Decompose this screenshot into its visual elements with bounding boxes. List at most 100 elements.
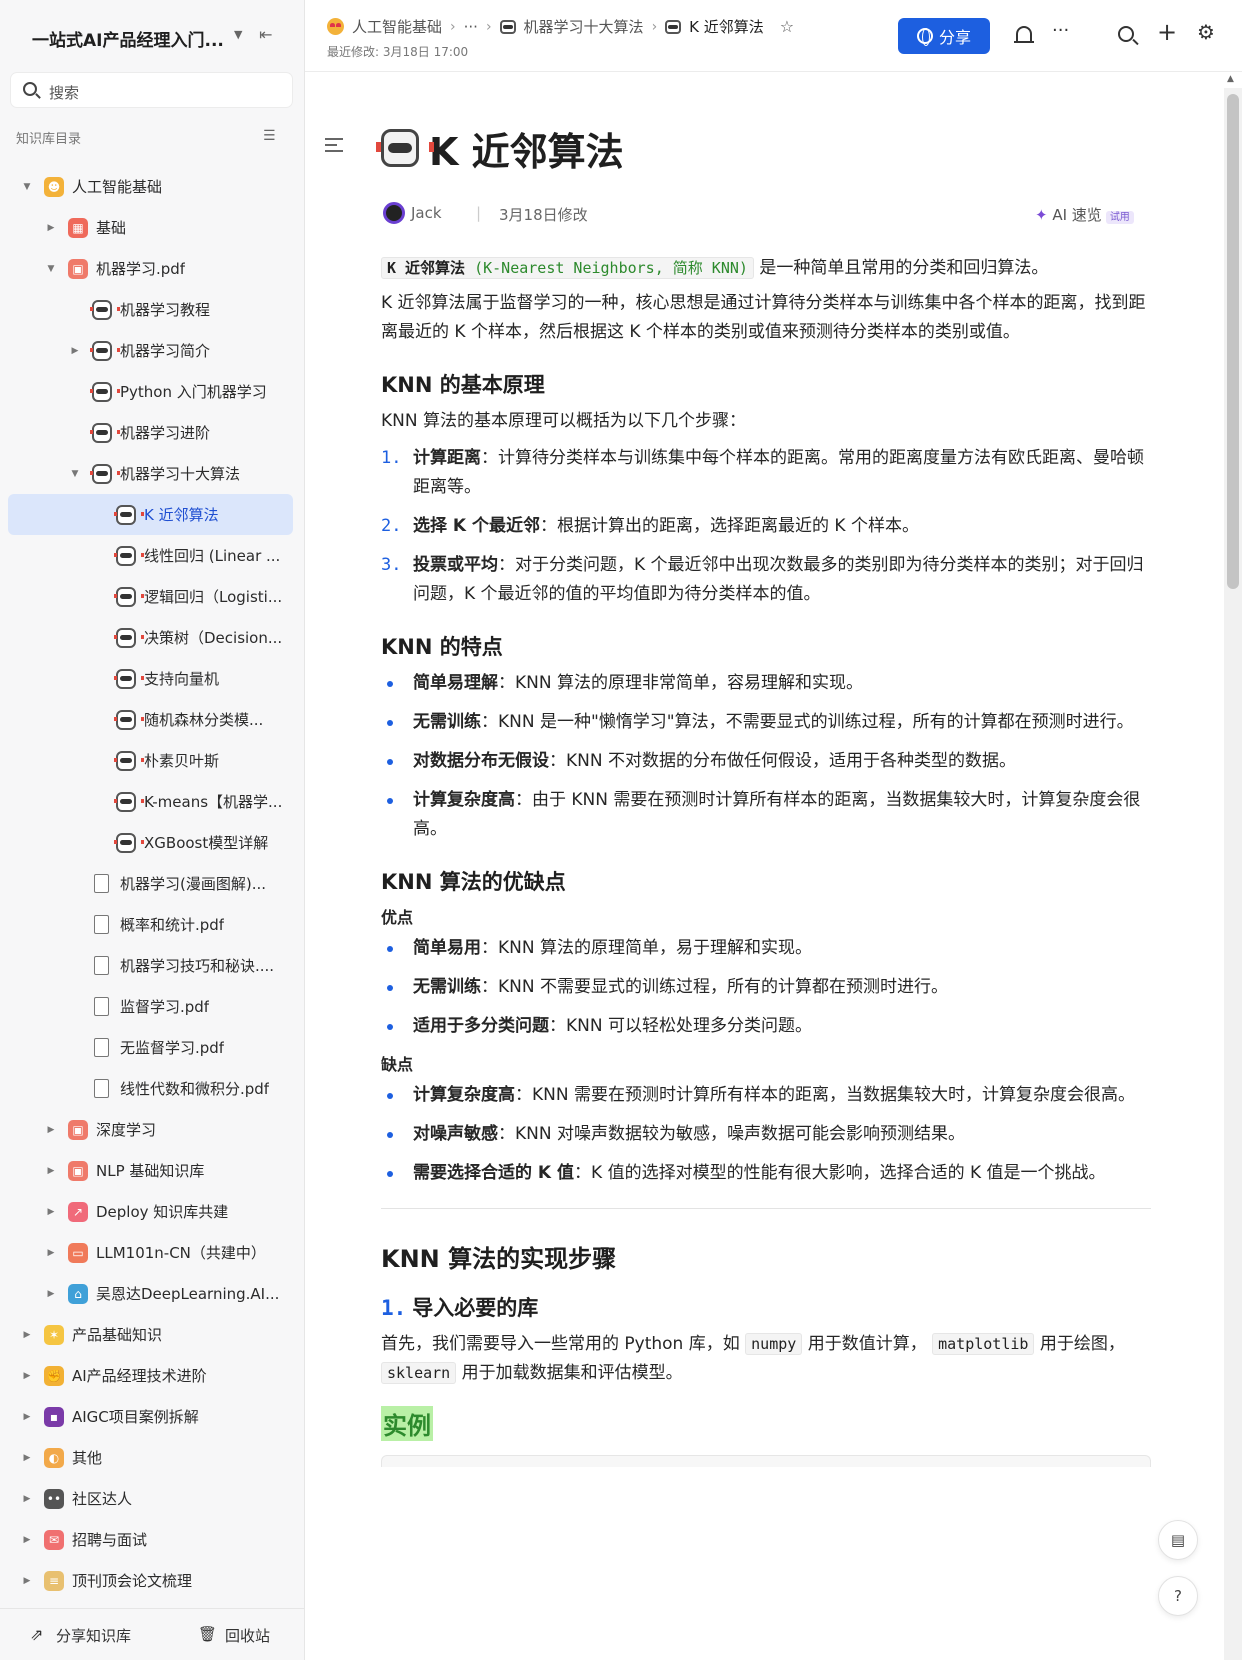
bell-icon[interactable] [1014, 26, 1034, 43]
paragraph-import: 首先，我们需要导入一些常用的 Python 库，如 numpy 用于数值计算， … [381, 1333, 1125, 1384]
sidebar-item[interactable]: 逻辑回归（Logisti... [0, 576, 304, 617]
collapse-sidebar-icon[interactable]: ⇤ [259, 25, 272, 44]
sidebar-item[interactable]: XGBoost模型详解 [0, 822, 304, 863]
caret-down-icon[interactable]: ▼ [20, 182, 34, 192]
caret-right-icon[interactable]: ▶ [20, 1371, 34, 1381]
sidebar-item[interactable]: ▼ ☻ 人工智能基础 [0, 166, 304, 207]
sidebar-item[interactable]: 监督学习.pdf [0, 986, 304, 1027]
sidebar-item[interactable]: ▶ ▭ LLM101n-CN（共建中） [0, 1232, 304, 1273]
sidebar-item[interactable]: 线性回归 (Linear ... [0, 535, 304, 576]
caret-right-icon[interactable]: ▶ [20, 1453, 34, 1463]
list-item-term: 需要选择合适的 K 值 [413, 1163, 575, 1183]
sidebar-item[interactable]: ▶ ▣ 深度学习 [0, 1109, 304, 1150]
sidebar-item[interactable]: ▶ 机器学习简介 [0, 330, 304, 371]
sidebar-item[interactable]: ▶ ✊ AI产品经理技术进阶 [0, 1355, 304, 1396]
caret-right-icon[interactable]: ▶ [44, 1207, 58, 1217]
sidebar-item[interactable]: ▼ ▣ 机器学习.pdf [0, 248, 304, 289]
code-block[interactable] [381, 1455, 1151, 1467]
sidebar-item[interactable]: K-means【机器学... [0, 781, 304, 822]
sidebar-item[interactable]: ▶ ▣ NLP 基础知识库 [0, 1150, 304, 1191]
list-item: 计算复杂度高：由于 KNN 需要在预测时计算所有样本的距离，当数据集较大时，计算… [381, 786, 1151, 844]
grid-icon: ▦ [68, 217, 88, 238]
inline-code: K 近邻算法 (K-Nearest Neighbors, 简称 KNN) [381, 257, 754, 279]
chevron-down-icon[interactable]: ▼ [234, 28, 242, 41]
sidebar-item[interactable]: 机器学习技巧和秘诀.... [0, 945, 304, 986]
sidebar-item[interactable]: ▶ ✉ 招聘与面试 [0, 1519, 304, 1560]
avatar[interactable] [383, 202, 405, 224]
list-item: 3. 投票或平均：对于分类问题，K 个最近邻中出现次数最多的类别即为待分类样本的类… [381, 551, 1151, 609]
share-button[interactable]: 分享 [898, 18, 990, 54]
scroll-up-icon[interactable]: ▲ [1227, 74, 1234, 84]
caret-down-icon[interactable]: ▼ [68, 469, 82, 479]
gear-icon[interactable]: ⚙ [1197, 20, 1215, 44]
caret-right-icon[interactable]: ▶ [20, 1535, 34, 1545]
help-button[interactable]: ? [1158, 1576, 1198, 1616]
caret-right-icon[interactable]: ▶ [44, 223, 58, 233]
sidebar-item[interactable]: 机器学习教程 [0, 289, 304, 330]
breadcrumb-current[interactable]: K 近邻算法 [689, 16, 764, 37]
sidebar-item[interactable]: Python 入门机器学习 [0, 371, 304, 412]
sidebar-item[interactable]: 机器学习(漫画图解)... [0, 863, 304, 904]
sidebar-item[interactable]: ▶ ▦ 基础 [0, 207, 304, 248]
divider [381, 1208, 1151, 1209]
caret-right-icon[interactable]: ▶ [44, 1289, 58, 1299]
sidebar-item[interactable]: 概率和统计.pdf [0, 904, 304, 945]
sidebar-item[interactable]: ▶ ≡ 顶刊顶会论文梳理 [0, 1560, 304, 1601]
sidebar-item[interactable]: 决策树（Decision... [0, 617, 304, 658]
search-input[interactable]: 搜索 [10, 72, 293, 108]
sidebar-item[interactable]: ▼ 机器学习十大算法 [0, 453, 304, 494]
sidebar-item[interactable]: 无监督学习.pdf [0, 1027, 304, 1068]
doc-assistant-button[interactable]: ▤ [1158, 1520, 1198, 1560]
caret-right-icon[interactable]: ▶ [20, 1412, 34, 1422]
chevron-right-icon: › [485, 18, 492, 35]
star-icon[interactable]: ☆ [780, 17, 794, 36]
sidebar-item[interactable]: 支持向量机 [0, 658, 304, 699]
caret-right-icon[interactable]: ▶ [20, 1494, 34, 1504]
knowledge-tree: ▼ ☻ 人工智能基础 ▶ ▦ 基础 ▼ ▣ 机器学习.pdf 机器学习教程 ▶ 机器学习简介 Pytho… [0, 166, 304, 1601]
toc-options-icon[interactable]: ☰ [263, 128, 276, 144]
scrollbar-thumb[interactable] [1227, 94, 1239, 589]
sidebar-item[interactable]: ▶ ✶ 产品基础知识 [0, 1314, 304, 1355]
caret-right-icon[interactable]: ▶ [44, 1248, 58, 1258]
robot-icon [114, 586, 144, 607]
author-name[interactable]: Jack [411, 204, 442, 222]
caret-right-icon[interactable]: ▶ [20, 1576, 34, 1586]
sidebar-item[interactable]: 朴素贝叶斯 [0, 740, 304, 781]
plus-icon[interactable]: + [1157, 18, 1177, 46]
caret-right-icon[interactable]: ▶ [68, 346, 82, 356]
sidebar-item[interactable]: ▶ ▪ AIGC项目案例拆解 [0, 1396, 304, 1437]
share-kb-button[interactable]: 分享知识库 [56, 1625, 131, 1646]
breadcrumb-item[interactable]: 人工智能基础 [352, 16, 442, 37]
sidebar-item-label: AI产品经理技术进阶 [72, 1367, 207, 1385]
outline-icon[interactable] [325, 138, 343, 152]
list-item-term: 简单易用 [413, 938, 481, 958]
sidebar-item[interactable]: ▶ ◐ 其他 [0, 1437, 304, 1478]
trash-button[interactable]: 回收站 [225, 1625, 270, 1646]
sidebar-item[interactable]: 线性代数和微积分.pdf [0, 1068, 304, 1109]
sidebar-item[interactable]: ▶ ⌂ 吴恩达DeepLearning.AI... [0, 1273, 304, 1314]
search-icon[interactable] [1118, 26, 1134, 42]
heading-text: 导入必要的库 [412, 1296, 539, 1320]
scrollbar[interactable] [1224, 88, 1242, 1660]
robot-icon [90, 422, 120, 443]
breadcrumb-item[interactable]: 机器学习十大算法 [524, 16, 644, 37]
pdf-file-icon [94, 956, 109, 975]
sidebar-item[interactable]: 机器学习进阶 [0, 412, 304, 453]
code-green: (K-Nearest Neighbors, 简称 KNN) [465, 259, 748, 277]
sidebar-item[interactable]: 随机森林分类模... [0, 699, 304, 740]
breadcrumb-more[interactable]: ··· [464, 18, 478, 36]
robot-icon [90, 299, 120, 320]
caret-right-icon[interactable]: ▶ [44, 1125, 58, 1135]
sidebar-item[interactable]: ▶ ↗ Deploy 知识库共建 [0, 1191, 304, 1232]
caret-down-icon[interactable]: ▼ [44, 264, 58, 274]
caret-right-icon[interactable]: ▶ [20, 1330, 34, 1340]
knowledge-base-title[interactable]: 一站式AI产品经理入门... [32, 26, 224, 51]
screen-icon: ▭ [68, 1242, 88, 1263]
more-icon[interactable]: ··· [1052, 20, 1069, 41]
sidebar-item[interactable]: K 近邻算法 [8, 494, 293, 535]
caret-right-icon[interactable]: ▶ [44, 1166, 58, 1176]
ai-summary-button[interactable]: ✦ AI 速览 试用 [1035, 204, 1134, 225]
sidebar-item[interactable]: ▶ •• 社区达人 [0, 1478, 304, 1519]
sidebar-item-label: 无监督学习.pdf [120, 1039, 225, 1057]
sidebar-item-label: 线性回归 (Linear ... [144, 547, 281, 565]
